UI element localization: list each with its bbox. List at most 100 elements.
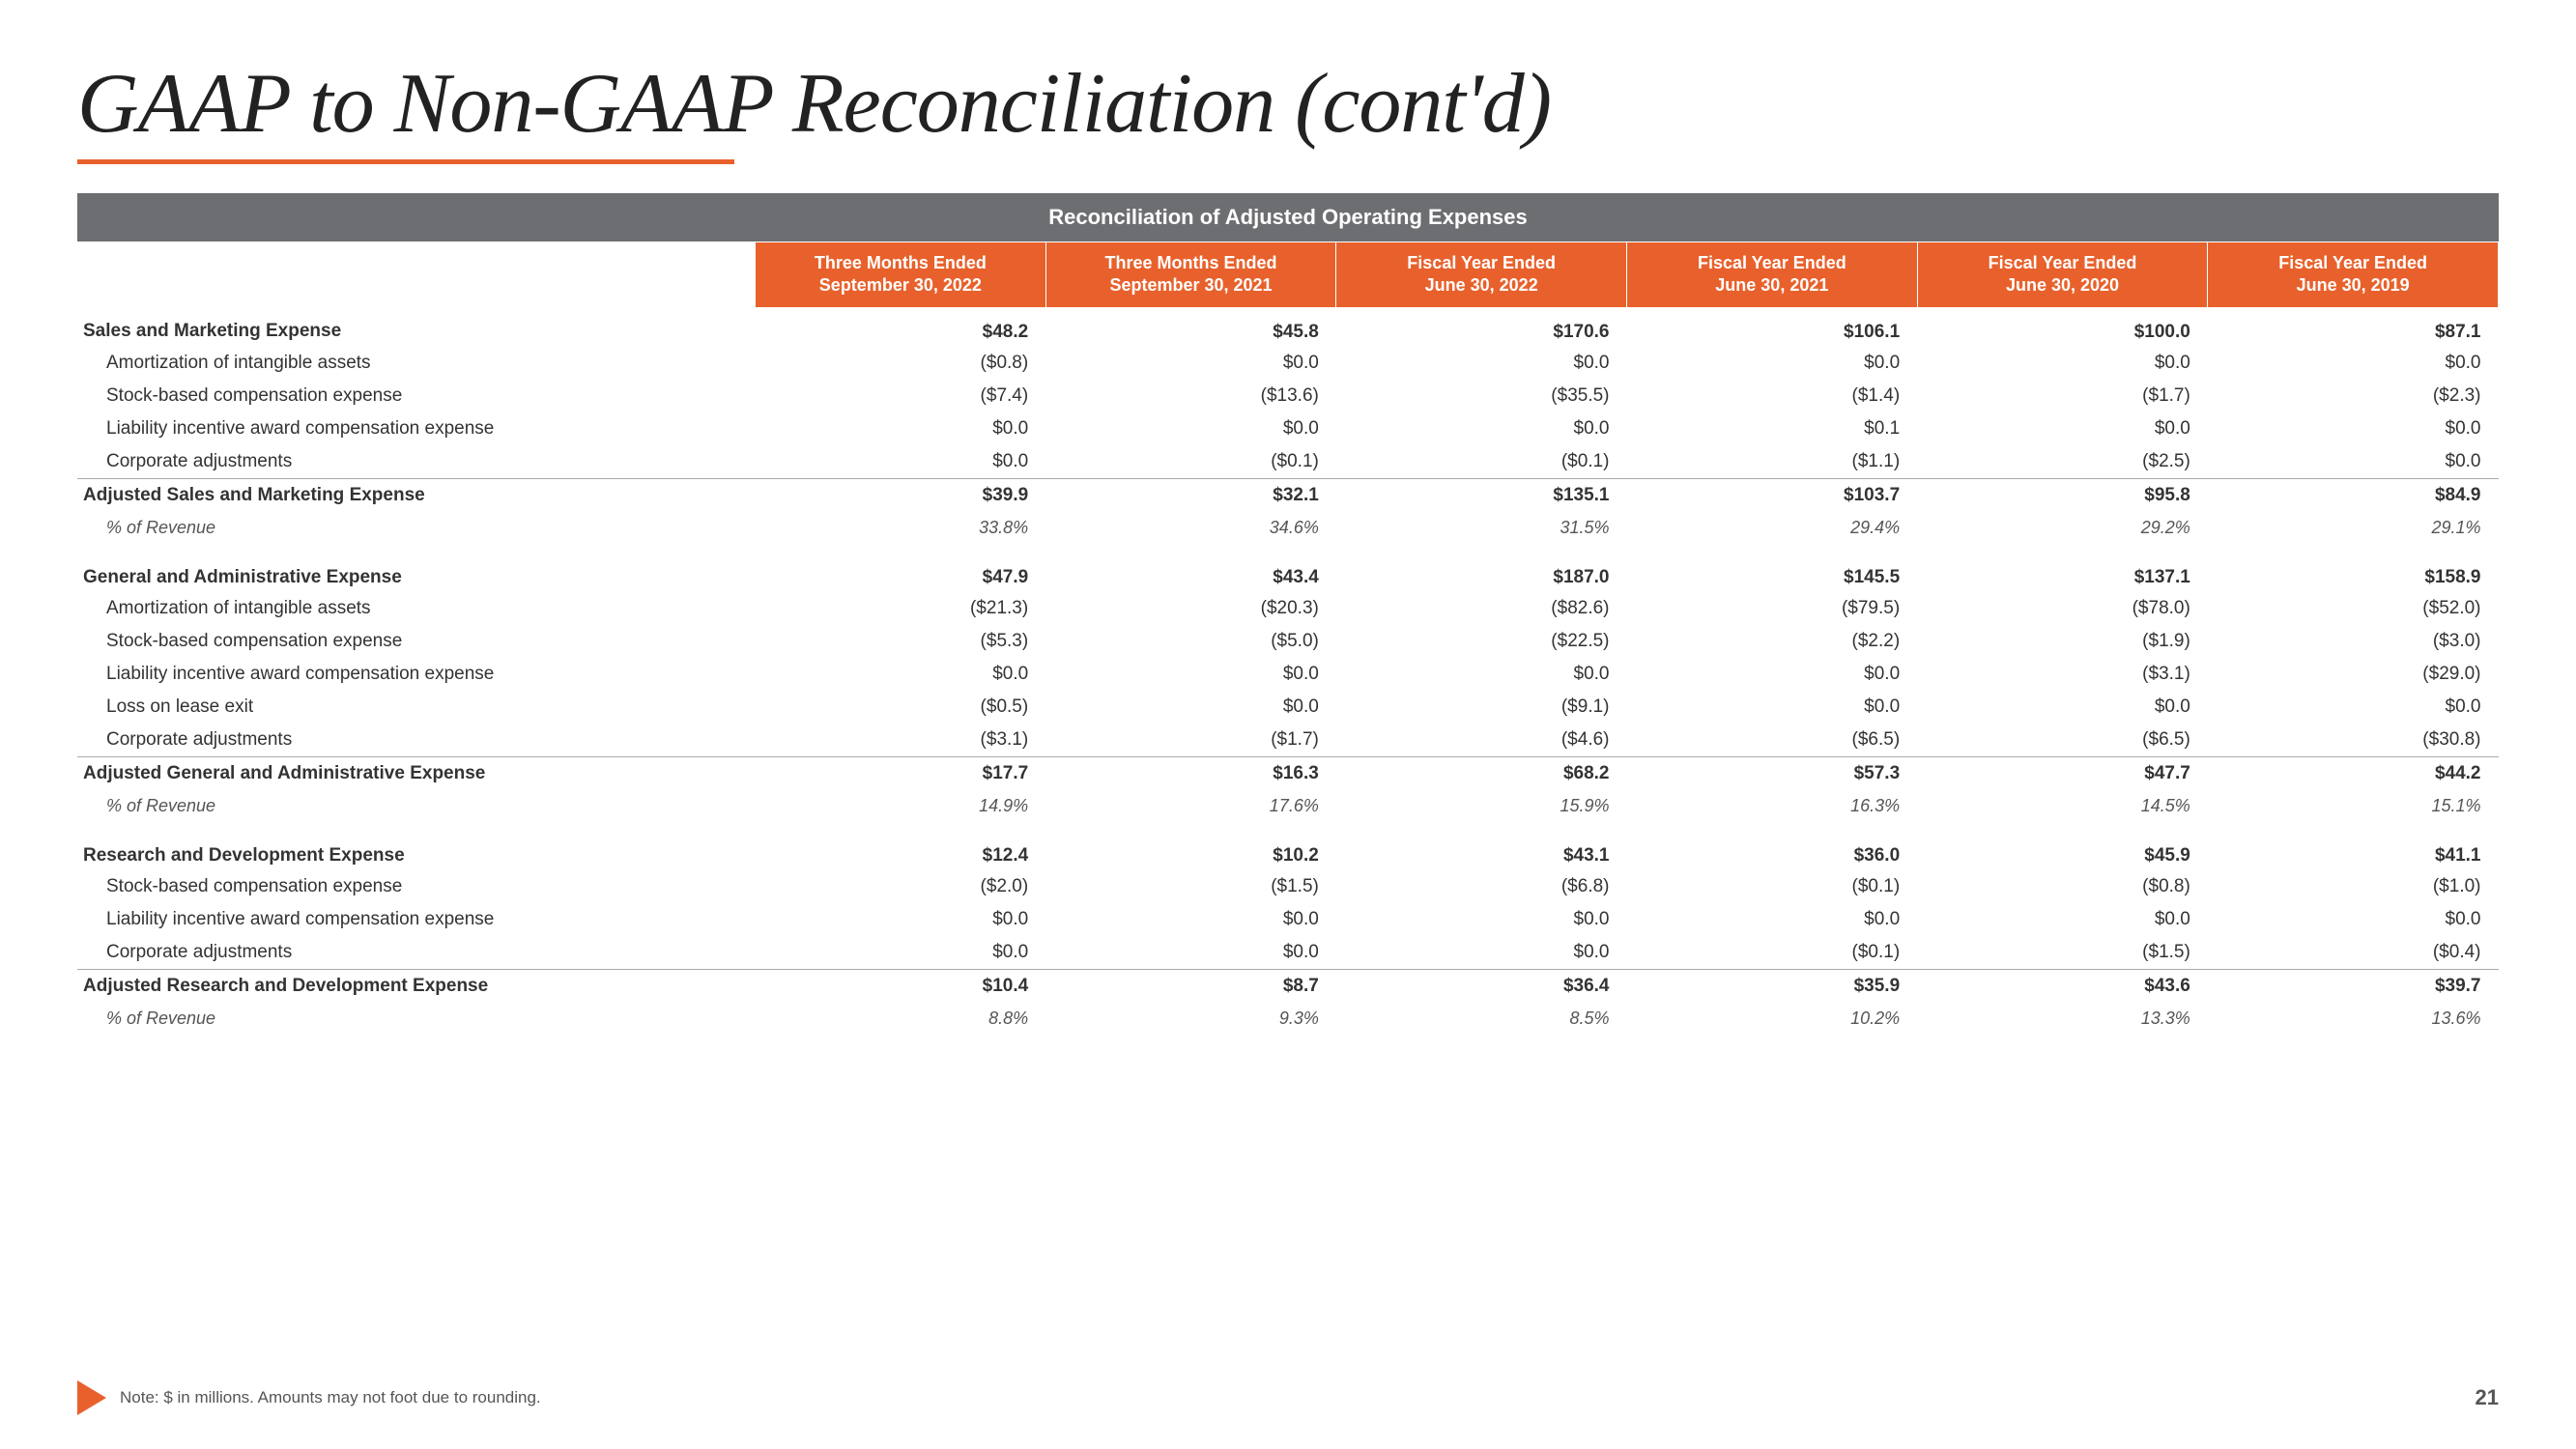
main-label-0: Sales and Marketing Expense [77, 307, 756, 347]
sub-val-0-2-5: $0.0 [2208, 412, 2499, 445]
sub-val-1-2-3: $0.0 [1627, 658, 1918, 691]
footer-arrow-icon [77, 1380, 106, 1415]
sub-label-2-0: Stock-based compensation expense [77, 870, 756, 903]
total-val-2-0: $10.4 [756, 969, 1046, 1003]
sub-val-2-2-3: ($0.1) [1627, 936, 1918, 970]
section-1-sub-row-1: Stock-based compensation expense($5.3)($… [77, 625, 2499, 658]
sub-val-2-2-0: $0.0 [756, 936, 1046, 970]
sub-val-1-4-0: ($3.1) [756, 724, 1046, 757]
sub-val-0-3-0: $0.0 [756, 445, 1046, 479]
sub-val-0-0-0: ($0.8) [756, 347, 1046, 380]
pct-val-1-1: 17.6% [1045, 790, 1336, 832]
sub-val-1-4-5: ($30.8) [2208, 724, 2499, 757]
section-2-main-row: Research and Development Expense$12.4$10… [77, 832, 2499, 870]
total-val-1-3: $57.3 [1627, 756, 1918, 790]
sub-val-0-3-5: $0.0 [2208, 445, 2499, 479]
sub-val-1-2-2: $0.0 [1336, 658, 1627, 691]
sub-val-1-3-3: $0.0 [1627, 691, 1918, 724]
sub-val-2-1-3: $0.0 [1627, 903, 1918, 936]
section-0-sub-row-1: Stock-based compensation expense($7.4) ($… [77, 380, 2499, 412]
total-label-0: Adjusted Sales and Marketing Expense [77, 478, 756, 512]
sub-val-1-0-4: ($78.0) [1917, 592, 2208, 625]
sub-val-1-4-2: ($4.6) [1336, 724, 1627, 757]
section-0-sub-row-2: Liability incentive award compensation e… [77, 412, 2499, 445]
pct-val-0-0: 33.8% [756, 512, 1046, 554]
sub-val-2-1-0: $0.0 [756, 903, 1046, 936]
header-col-3: Fiscal Year EndedJune 30, 2022 [1336, 242, 1627, 307]
total-val-0-0: $39.9 [756, 478, 1046, 512]
pct-val-1-4: 14.5% [1917, 790, 2208, 832]
page-title: GAAP to Non-GAAP Reconciliation (cont'd) [77, 58, 2499, 152]
section-0-pct-row: % of Revenue33.8%34.6%31.5%29.4%29.2%29.… [77, 512, 2499, 554]
sub-val-0-0-3: $0.0 [1627, 347, 1918, 380]
sub-val-0-3-2: ($0.1) [1336, 445, 1627, 479]
table-header-row: Three Months EndedSeptember 30, 2022 Thr… [77, 242, 2499, 307]
pct-val-1-5: 15.1% [2208, 790, 2499, 832]
main-val-0-5: $87.1 [2208, 307, 2499, 347]
sub-label-0-1: Stock-based compensation expense [77, 380, 756, 412]
sub-label-0-2: Liability incentive award compensation e… [77, 412, 756, 445]
pct-val-0-5: 29.1% [2208, 512, 2499, 554]
pct-val-0-4: 29.2% [1917, 512, 2208, 554]
pct-label-0: % of Revenue [77, 512, 756, 554]
section-0-sub-row-0: Amortization of intangible assets($0.8)$… [77, 347, 2499, 380]
sub-val-0-0-5: $0.0 [2208, 347, 2499, 380]
main-val-1-3: $145.5 [1627, 554, 1918, 592]
section-0-main-row: Sales and Marketing Expense$48.2$45.8$17… [77, 307, 2499, 347]
sub-label-0-3: Corporate adjustments [77, 445, 756, 479]
sub-val-1-2-0: $0.0 [756, 658, 1046, 691]
sub-val-0-2-0: $0.0 [756, 412, 1046, 445]
sub-val-1-1-2: ($22.5) [1336, 625, 1627, 658]
main-val-0-3: $106.1 [1627, 307, 1918, 347]
pct-val-0-1: 34.6% [1045, 512, 1336, 554]
sub-val-0-1-5: ($2.3) [2208, 380, 2499, 412]
total-val-0-4: $95.8 [1917, 478, 2208, 512]
sub-val-1-0-0: ($21.3) [756, 592, 1046, 625]
pct-label-2: % of Revenue [77, 1003, 756, 1044]
sub-val-1-0-1: ($20.3) [1045, 592, 1336, 625]
sub-val-0-1-0: ($7.4) [756, 380, 1046, 412]
main-val-0-0: $48.2 [756, 307, 1046, 347]
pct-val-2-4: 13.3% [1917, 1003, 2208, 1044]
main-val-1-1: $43.4 [1045, 554, 1336, 592]
sub-val-1-1-1: ($5.0) [1045, 625, 1336, 658]
total-val-1-2: $68.2 [1336, 756, 1627, 790]
sub-label-1-2: Liability incentive award compensation e… [77, 658, 756, 691]
sub-val-0-2-4: $0.0 [1917, 412, 2208, 445]
sub-label-2-2: Corporate adjustments [77, 936, 756, 970]
pct-val-2-1: 9.3% [1045, 1003, 1336, 1044]
section-1-sub-row-4: Corporate adjustments($3.1)($1.7)($4.6)(… [77, 724, 2499, 757]
sub-val-0-2-2: $0.0 [1336, 412, 1627, 445]
section-2-sub-row-2: Corporate adjustments$0.0$0.0$0.0($0.1)(… [77, 936, 2499, 970]
sub-val-0-0-4: $0.0 [1917, 347, 2208, 380]
pct-val-1-3: 16.3% [1627, 790, 1918, 832]
sub-val-0-2-3: $0.1 [1627, 412, 1918, 445]
total-val-2-2: $36.4 [1336, 969, 1627, 1003]
sub-val-2-2-1: $0.0 [1045, 936, 1336, 970]
section-1-total-row: Adjusted General and Administrative Expe… [77, 756, 2499, 790]
sub-label-2-1: Liability incentive award compensation e… [77, 903, 756, 936]
total-val-0-2: $135.1 [1336, 478, 1627, 512]
sub-val-0-1-4: ($1.7) [1917, 380, 2208, 412]
footer-note: Note: $ in millions. Amounts may not foo… [120, 1388, 541, 1407]
sub-val-2-1-2: $0.0 [1336, 903, 1627, 936]
sub-label-1-0: Amortization of intangible assets [77, 592, 756, 625]
total-val-0-5: $84.9 [2208, 478, 2499, 512]
section-1-sub-row-0: Amortization of intangible assets($21.3)… [77, 592, 2499, 625]
sub-val-1-3-5: $0.0 [2208, 691, 2499, 724]
sub-val-1-0-3: ($79.5) [1627, 592, 1918, 625]
pct-val-2-3: 10.2% [1627, 1003, 1918, 1044]
section-2-sub-row-0: Stock-based compensation expense($2.0)($… [77, 870, 2499, 903]
pct-val-1-2: 15.9% [1336, 790, 1627, 832]
main-val-2-5: $41.1 [2208, 832, 2499, 870]
sub-val-0-3-4: ($2.5) [1917, 445, 2208, 479]
main-val-2-4: $45.9 [1917, 832, 2208, 870]
sub-val-2-2-2: $0.0 [1336, 936, 1627, 970]
sub-label-1-3: Loss on lease exit [77, 691, 756, 724]
section-2-total-row: Adjusted Research and Development Expens… [77, 969, 2499, 1003]
title-area: GAAP to Non-GAAP Reconciliation (cont'd) [77, 58, 2499, 164]
section-2-pct-row: % of Revenue8.8%9.3%8.5%10.2%13.3%13.6% [77, 1003, 2499, 1044]
main-label-2: Research and Development Expense [77, 832, 756, 870]
sub-val-1-3-0: ($0.5) [756, 691, 1046, 724]
total-label-1: Adjusted General and Administrative Expe… [77, 756, 756, 790]
